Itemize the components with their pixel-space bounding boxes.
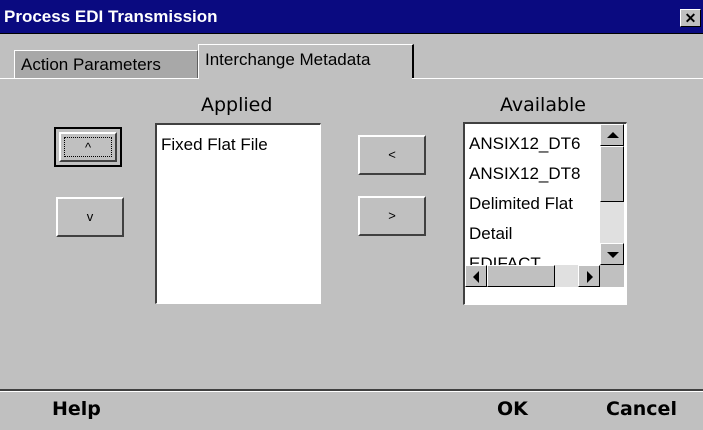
scroll-corner [600, 265, 624, 287]
list-item[interactable]: ANSIX12_DT6 [469, 134, 581, 154]
ok-button[interactable]: OK [497, 398, 528, 420]
applied-list[interactable]: Fixed Flat File [155, 123, 321, 304]
window-title: Process EDI Transmission [4, 7, 218, 26]
available-heading: Available [500, 94, 587, 116]
scroll-up-button[interactable] [600, 124, 624, 146]
active-tab-join [199, 77, 412, 80]
vertical-scrollbar[interactable] [600, 124, 624, 265]
arrow-right-icon [587, 271, 593, 283]
list-item[interactable]: ANSIX12_DT8 [469, 164, 581, 184]
move-up-label: ^ [64, 137, 112, 157]
scroll-right-button[interactable] [578, 265, 600, 287]
scroll-down-button[interactable] [600, 243, 624, 265]
add-to-applied-button[interactable]: < [358, 135, 426, 175]
cancel-button[interactable]: Cancel [606, 398, 677, 420]
list-item[interactable]: Detail [469, 224, 512, 244]
arrow-up-icon [607, 132, 619, 138]
footer-divider-highlight [0, 391, 703, 392]
title-bar: Process EDI Transmission ✕ [0, 0, 703, 34]
tab-interchange-metadata[interactable]: Interchange Metadata [198, 44, 414, 78]
vertical-scroll-thumb[interactable] [600, 146, 624, 202]
tab-action-parameters[interactable]: Action Parameters [14, 50, 198, 78]
move-down-button[interactable]: v [56, 197, 124, 237]
list-item[interactable]: Delimited Flat [469, 194, 573, 214]
arrow-left-icon [473, 271, 479, 283]
available-list[interactable]: ANSIX12_DT6 ANSIX12_DT8 Delimited Flat D… [463, 122, 627, 305]
horizontal-scrollbar[interactable] [465, 265, 600, 287]
applied-heading: Applied [201, 94, 273, 116]
close-icon[interactable]: ✕ [680, 9, 701, 27]
move-up-button[interactable]: ^ [54, 127, 122, 167]
remove-from-applied-button[interactable]: > [358, 196, 426, 236]
horizontal-scroll-thumb[interactable] [487, 265, 555, 287]
list-item[interactable]: Fixed Flat File [161, 135, 268, 155]
arrow-down-icon [607, 252, 619, 258]
help-button[interactable]: Help [52, 398, 101, 420]
scroll-left-button[interactable] [465, 265, 487, 287]
